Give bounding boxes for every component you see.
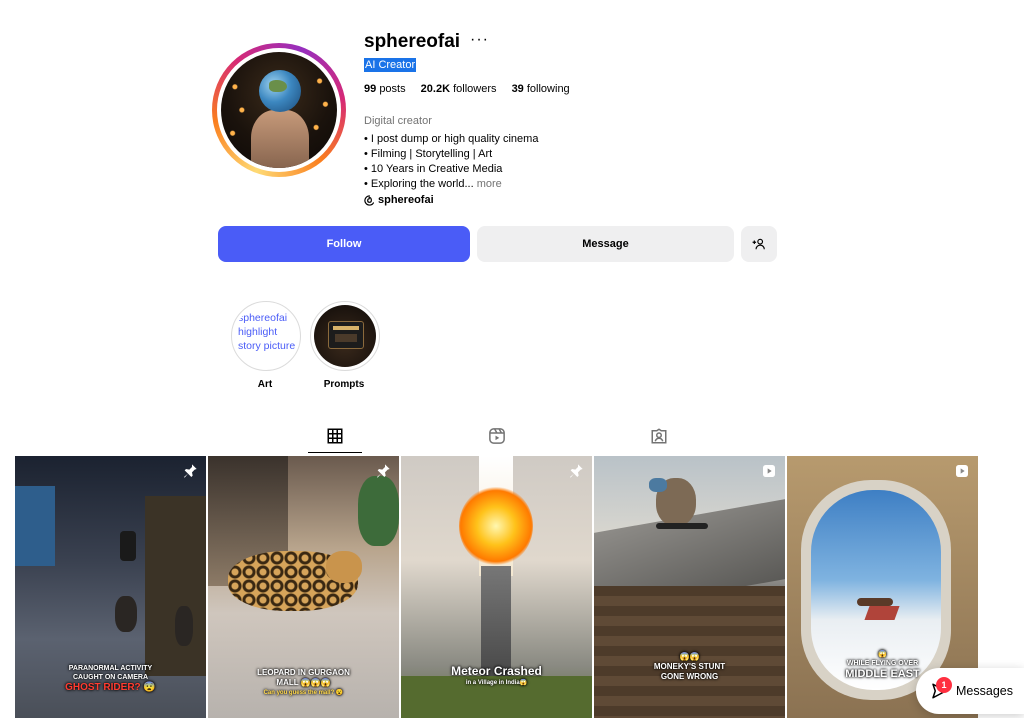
suggested-users-button[interactable] <box>741 226 777 262</box>
threads-link[interactable]: sphereofai <box>364 194 434 206</box>
active-tab-indicator <box>308 452 362 453</box>
messages-button[interactable]: Messages <box>916 668 1024 714</box>
bio-line: • Exploring the world... more <box>364 178 502 190</box>
pin-icon <box>184 464 197 478</box>
follow-button[interactable]: Follow <box>218 226 470 262</box>
messages-label: Messages <box>956 684 1013 698</box>
messages-unread-badge: 1 <box>936 677 952 693</box>
post-caption: PARANORMAL ACTIVITY CAUGHT ON CAMERA GHO… <box>65 665 156 693</box>
profile-stats: 99 posts 20.2K followers 39 following <box>364 83 570 95</box>
bio-line: • Filming | Storytelling | Art <box>364 148 493 160</box>
bio-more-link[interactable]: more <box>477 178 502 190</box>
bio-category: Digital creator <box>364 115 432 127</box>
profile-username: sphereofai <box>364 31 461 52</box>
post-tile[interactable]: Meteor Crashed in a Village in India😱 <box>401 456 592 718</box>
post-caption: Meteor Crashed in a Village in India😱 <box>451 664 542 686</box>
profile-avatar[interactable] <box>212 43 346 177</box>
message-button[interactable]: Message <box>477 226 734 262</box>
post-tile[interactable]: PARANORMAL ACTIVITY CAUGHT ON CAMERA GHO… <box>15 456 206 718</box>
profile-bio: • I post dump or high quality cinema • F… <box>364 132 538 192</box>
add-user-icon <box>752 238 765 250</box>
highlight-art[interactable]: sphereofai highlight story picture Art <box>225 301 305 390</box>
post-tile[interactable]: LEOPARD IN GURGAON MALL 😱😱😱 Can you gues… <box>208 456 399 718</box>
tab-reels[interactable] <box>488 427 506 450</box>
pin-icon <box>570 464 583 478</box>
posts-stat: 99 posts <box>364 83 406 95</box>
grid-icon <box>327 428 343 444</box>
threads-icon <box>364 194 374 206</box>
post-tile[interactable]: 😱😱 MONEKY'S STUNT GONE WRONG <box>594 456 785 718</box>
highlight-label: Prompts <box>323 379 365 390</box>
tab-posts[interactable] <box>326 427 344 450</box>
post-caption: LEOPARD IN GURGAON MALL 😱😱😱 Can you gues… <box>257 668 350 696</box>
profile-category: AI Creator <box>364 58 417 72</box>
reel-icon <box>763 465 775 477</box>
bio-line: • 10 Years in Creative Media <box>364 163 503 175</box>
reel-icon <box>956 465 968 477</box>
more-options-icon[interactable]: ··· <box>470 31 489 49</box>
tab-tagged[interactable] <box>650 427 668 450</box>
followers-stat[interactable]: 20.2K followers <box>421 83 497 95</box>
highlight-cover <box>314 305 376 367</box>
post-caption: 😱😱 MONEKY'S STUNT GONE WRONG <box>653 652 726 681</box>
reels-icon <box>489 428 505 444</box>
tagged-icon <box>651 428 667 444</box>
bio-line: • I post dump or high quality cinema <box>364 133 539 145</box>
following-stat[interactable]: 39 following <box>512 83 570 95</box>
pin-icon <box>377 464 390 478</box>
highlight-prompts[interactable]: Prompts <box>304 301 384 390</box>
highlight-cover: sphereofai highlight story picture <box>235 305 297 367</box>
highlight-label: Art <box>257 379 273 390</box>
